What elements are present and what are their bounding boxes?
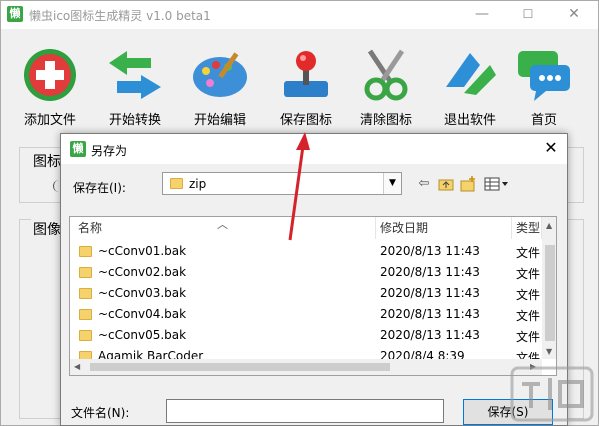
scroll-left-icon[interactable]: ◀ xyxy=(74,362,80,371)
maximize-button[interactable]: ☐ xyxy=(505,1,551,29)
clear-scissors-icon xyxy=(364,49,408,101)
file-name: ~cConv02.bak xyxy=(98,265,187,279)
clear-icon-button[interactable]: 清除图标 xyxy=(349,41,423,133)
close-button[interactable]: ✕ xyxy=(551,1,597,29)
file-type: 文件 xyxy=(516,246,541,260)
save-in-dropdown[interactable]: zip ▼ xyxy=(162,172,402,195)
dialog-title: 另存为 xyxy=(91,144,128,158)
column-header-date[interactable]: 修改日期 xyxy=(376,217,512,239)
dialog-title-bar: 懒 另存为 ✕ xyxy=(61,134,567,164)
horizontal-scroll-thumb[interactable] xyxy=(90,363,390,371)
start-edit-label: 开始编辑 xyxy=(193,113,246,128)
image-group-label: 图像 xyxy=(31,219,63,239)
file-name: ~cConv01.bak xyxy=(98,244,187,258)
file-row[interactable]: ~cConv02.bak 2020/8/13 11:43 文件 xyxy=(70,262,550,283)
column-header-type[interactable]: 类型 xyxy=(512,217,542,239)
vertical-scrollbar[interactable]: ▲ ▼ xyxy=(542,217,556,359)
add-file-label: 添加文件 xyxy=(23,113,76,128)
column-header-name[interactable]: 名称 ︿ xyxy=(70,217,376,239)
file-name: ~cConv05.bak xyxy=(98,328,187,342)
save-in-label: 保存在(I): xyxy=(73,181,126,195)
file-row[interactable]: ~cConv03.bak 2020/8/13 11:43 文件 xyxy=(70,283,550,304)
file-date: 2020/8/13 11:43 xyxy=(380,265,480,279)
file-type: 文件 xyxy=(516,267,541,281)
add-file-icon xyxy=(24,49,76,101)
save-icon-button[interactable]: 保存图标 xyxy=(269,41,343,133)
home-label: 首页 xyxy=(530,113,557,128)
folder-icon xyxy=(79,330,92,341)
home-chat-icon xyxy=(518,51,570,101)
exit-icon xyxy=(446,53,496,95)
edit-palette-icon xyxy=(193,52,247,97)
toolbar: 添加文件 开始转换 开始编辑 保存图标 清除图标 退出软件 首页 xyxy=(13,41,586,133)
app-logo-icon: 懒 xyxy=(7,6,23,22)
up-folder-icon[interactable] xyxy=(437,175,455,193)
window-title: 懒虫ico图标生成精灵 v1.0 beta1 xyxy=(29,9,211,23)
add-file-button[interactable]: 添加文件 xyxy=(13,41,87,133)
file-date: 2020/8/13 11:43 xyxy=(380,328,480,342)
home-button[interactable]: 首页 xyxy=(507,41,581,133)
scroll-down-icon[interactable]: ▼ xyxy=(546,347,552,356)
file-type: 文件 xyxy=(516,288,541,302)
minimize-button[interactable]: — xyxy=(459,1,505,29)
save-icon-label: 保存图标 xyxy=(279,113,332,128)
column-date-label: 修改日期 xyxy=(380,221,429,235)
column-type-label: 类型 xyxy=(516,221,541,235)
view-menu-icon[interactable] xyxy=(483,175,511,193)
save-as-dialog: 懒 另存为 ✕ 保存在(I): zip ▼ ⇦ 名称 ︿ 修改日期 类型 ~cC… xyxy=(60,133,568,426)
file-name: ~cConv03.bak xyxy=(98,286,187,300)
back-arrow-icon[interactable]: ⇦ xyxy=(415,175,433,193)
file-date: 2020/8/13 11:43 xyxy=(380,286,480,300)
file-type: 文件 xyxy=(516,330,541,344)
dialog-logo-icon: 懒 xyxy=(70,141,86,157)
file-type: 文件 xyxy=(516,309,541,323)
file-row[interactable]: ~cConv04.bak 2020/8/13 11:43 文件 xyxy=(70,304,550,325)
folder-icon xyxy=(170,178,183,189)
dialog-close-button[interactable]: ✕ xyxy=(539,138,563,160)
folder-icon xyxy=(79,267,92,278)
folder-icon xyxy=(79,309,92,320)
exit-software-button[interactable]: 退出软件 xyxy=(433,41,507,133)
vertical-scroll-thumb[interactable] xyxy=(545,245,555,341)
file-row[interactable]: ~cConv01.bak 2020/8/13 11:43 文件 xyxy=(70,241,550,262)
scroll-up-icon[interactable]: ▲ xyxy=(546,221,552,230)
file-list: 名称 ︿ 修改日期 类型 ~cConv01.bak 2020/8/13 11:4… xyxy=(69,216,557,376)
horizontal-scrollbar[interactable]: ◀ ▶ xyxy=(70,359,542,375)
title-bar: 懒 懒虫ico图标生成精灵 v1.0 beta1 — ☐ ✕ xyxy=(1,1,598,29)
column-name-label: 名称 xyxy=(78,221,103,235)
file-name: ~cConv04.bak xyxy=(98,307,187,321)
filename-input[interactable] xyxy=(166,399,444,423)
convert-icon xyxy=(109,51,161,99)
start-edit-button[interactable]: 开始编辑 xyxy=(183,41,257,133)
chevron-down-icon[interactable]: ▼ xyxy=(383,173,401,194)
watermark-logo xyxy=(510,366,594,422)
file-date: 2020/8/13 11:43 xyxy=(380,244,480,258)
new-folder-icon[interactable] xyxy=(459,175,477,193)
icon-group-label: 图标 xyxy=(31,151,63,171)
start-convert-button[interactable]: 开始转换 xyxy=(98,41,172,133)
start-convert-label: 开始转换 xyxy=(108,113,161,128)
file-date: 2020/8/13 11:43 xyxy=(380,307,480,321)
save-in-value: zip xyxy=(189,177,207,191)
exit-software-label: 退出软件 xyxy=(443,113,496,128)
sort-up-icon: ︿ xyxy=(217,218,228,231)
save-joystick-icon xyxy=(284,51,328,97)
filename-label: 文件名(N): xyxy=(71,406,130,420)
folder-icon xyxy=(79,246,92,257)
folder-icon xyxy=(79,288,92,299)
clear-icon-label: 清除图标 xyxy=(359,113,412,128)
file-row[interactable]: ~cConv05.bak 2020/8/13 11:43 文件 xyxy=(70,325,550,346)
